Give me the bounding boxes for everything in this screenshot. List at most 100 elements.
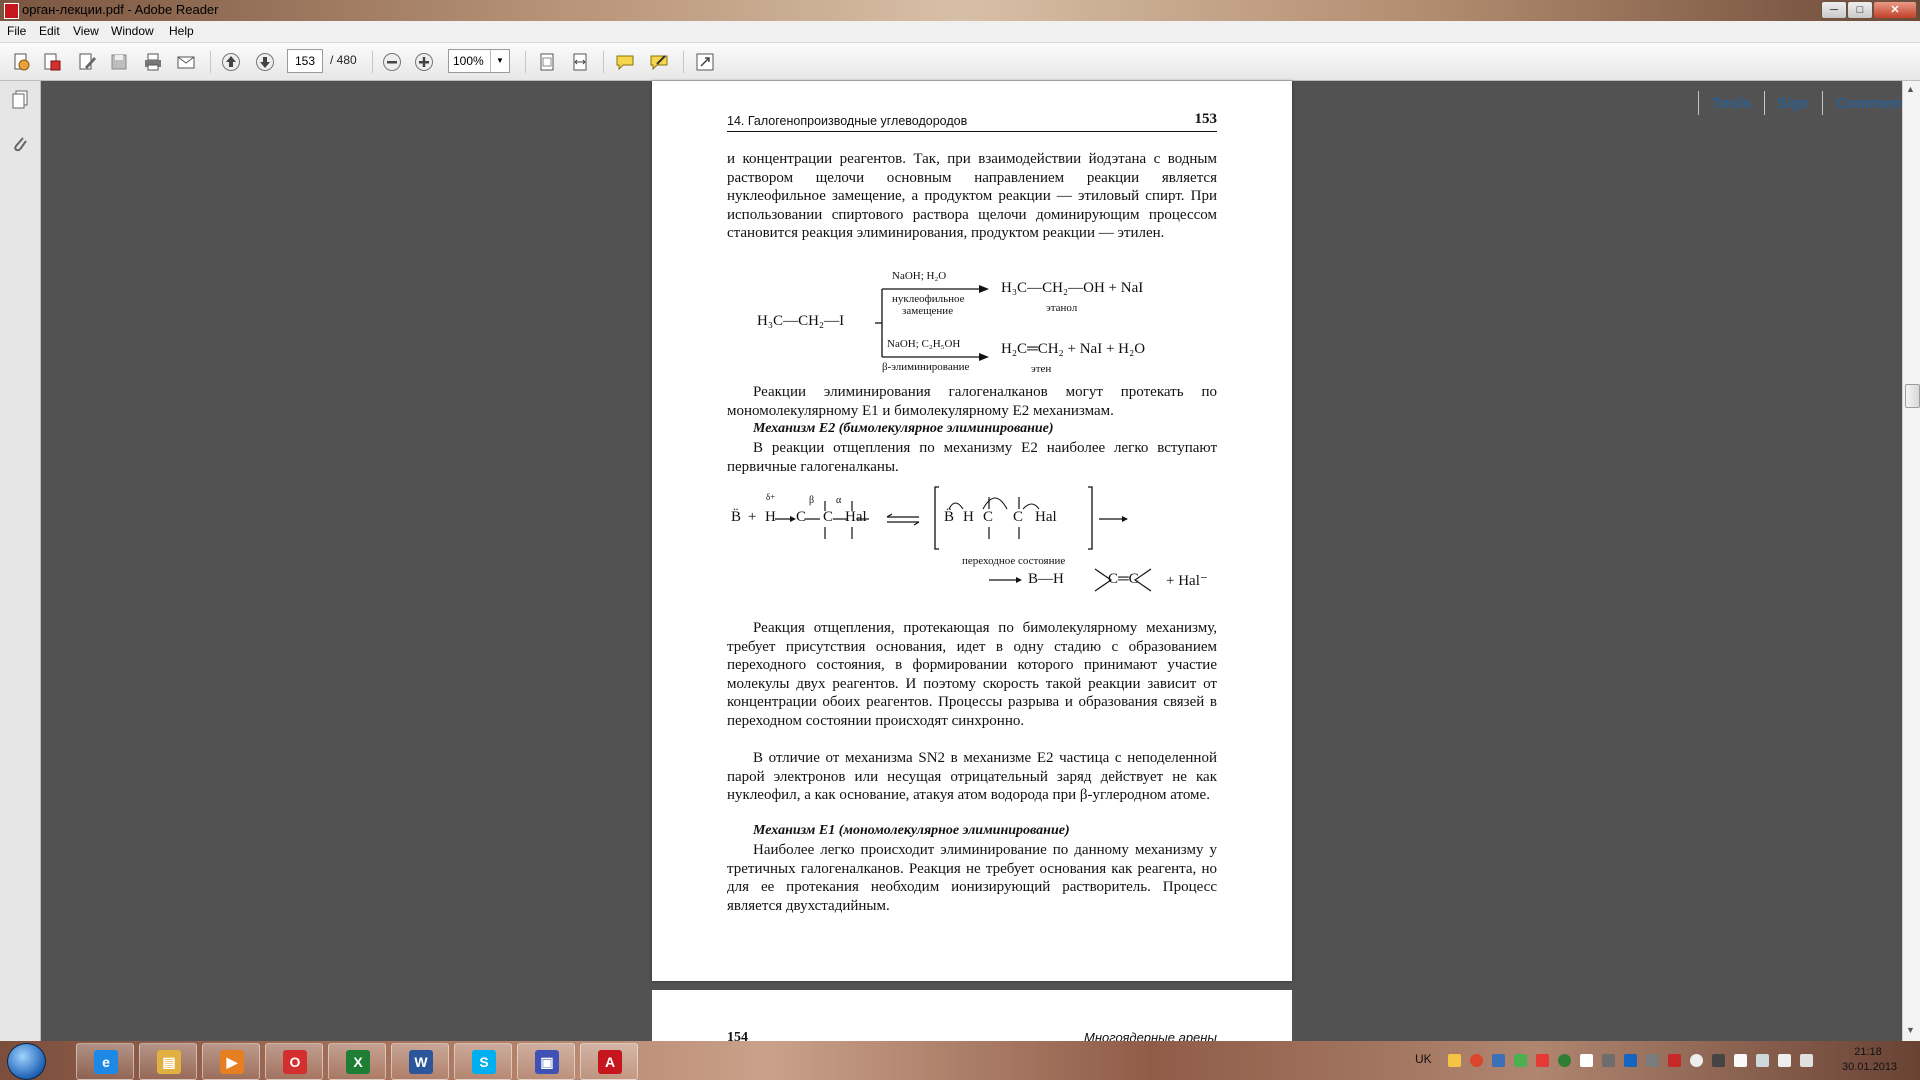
- scrollbar-thumb[interactable]: [1905, 384, 1920, 408]
- transition-state-caption: переходное состояние: [962, 555, 1066, 567]
- running-head: 14. Галогенопроизводные углеводородов 15…: [727, 111, 1217, 132]
- tray-icon[interactable]: [1624, 1054, 1637, 1067]
- product-bh: B—H: [1028, 571, 1064, 587]
- upper-condition: нуклеофильное: [892, 293, 965, 305]
- tray-icon[interactable]: [1448, 1054, 1461, 1067]
- tray-icon[interactable]: [1580, 1054, 1593, 1067]
- fit-width-icon[interactable]: [569, 51, 591, 73]
- combine-pdf-icon[interactable]: [41, 51, 63, 73]
- volume-icon[interactable]: [1778, 1054, 1791, 1067]
- create-pdf-icon[interactable]: [10, 51, 32, 73]
- reaction-scheme-substitution-elimination: H₃C—CH₂—I NaOH; H₂O нуклеофильное замеще…: [727, 270, 1217, 375]
- taskbar-app-word[interactable]: W: [391, 1043, 449, 1080]
- tray-icon[interactable]: [1558, 1054, 1571, 1067]
- explorer-icon: ▤: [157, 1050, 181, 1074]
- navigation-pane: [0, 81, 41, 1041]
- paragraph: Реакции элиминирования галогеналканов мо…: [727, 384, 1217, 419]
- tray-icon[interactable]: [1536, 1054, 1549, 1067]
- tray-icon[interactable]: [1712, 1054, 1725, 1067]
- paragraph: Наиболее легко происходит элиминирование…: [727, 842, 1217, 914]
- running-head-title: 14. Галогенопроизводные углеводородов: [727, 114, 968, 128]
- taskbar-app-ie[interactable]: e: [76, 1043, 134, 1080]
- start-button[interactable]: [7, 1043, 46, 1080]
- vertical-scrollbar[interactable]: ▲ ▼: [1902, 81, 1920, 1041]
- page-total: / 480: [330, 53, 357, 67]
- tray-icon[interactable]: [1602, 1054, 1615, 1067]
- product-halide: + Hal⁻: [1166, 573, 1208, 589]
- plus: +: [748, 509, 757, 525]
- full-screen-icon[interactable]: [694, 51, 716, 73]
- scroll-up-icon[interactable]: ▲: [1906, 84, 1915, 94]
- previous-page-icon[interactable]: [220, 51, 242, 73]
- page-number: 153: [1194, 111, 1218, 127]
- taskbar-app-skype[interactable]: S: [454, 1043, 512, 1080]
- ts-carbon: C: [983, 509, 994, 525]
- lower-product-name: этен: [1031, 363, 1052, 375]
- page-thumbnails-icon[interactable]: [9, 89, 31, 111]
- lower-condition: β-элиминирование: [882, 361, 970, 373]
- highlight-icon[interactable]: [648, 51, 670, 73]
- zoom-select[interactable]: 100% ▼: [448, 49, 510, 73]
- paragraph: и концентрации реагентов. Так, при взаим…: [727, 151, 1217, 242]
- carbon-alpha: C: [823, 509, 834, 525]
- tools-link[interactable]: Tools: [1712, 95, 1751, 112]
- alpha-label: α: [836, 495, 842, 506]
- product-alkene: C═C: [1108, 571, 1139, 587]
- scroll-down-icon[interactable]: ▼: [1906, 1025, 1915, 1035]
- opera-icon: O: [283, 1050, 307, 1074]
- language-indicator[interactable]: UK: [1415, 1052, 1432, 1066]
- chevron-down-icon[interactable]: ▼: [490, 50, 509, 72]
- lower-reagent: NaOH; C₂H₅OH: [887, 338, 961, 350]
- zoom-out-icon[interactable]: [381, 51, 403, 73]
- edit-pdf-icon[interactable]: [76, 51, 98, 73]
- taskbar-app-opera[interactable]: O: [265, 1043, 323, 1080]
- taskbar-app-explorer[interactable]: ▤: [139, 1043, 197, 1080]
- page-number-input[interactable]: 153: [287, 49, 323, 73]
- beta-label: β: [809, 495, 815, 506]
- network-icon[interactable]: [1756, 1054, 1769, 1067]
- save-icon[interactable]: [108, 51, 130, 73]
- attachment-icon[interactable]: [9, 133, 31, 155]
- menu-file[interactable]: File: [7, 24, 26, 38]
- clock-date: 30.01.2013: [1842, 1061, 1898, 1073]
- chrome-icon[interactable]: [1470, 1054, 1483, 1067]
- minimize-button[interactable]: ─: [1821, 1, 1847, 19]
- tray-icon[interactable]: [1690, 1054, 1703, 1067]
- paragraph: В реакции отщепления по механизму E2 наи…: [727, 440, 1217, 475]
- maximize-button[interactable]: □: [1847, 1, 1873, 19]
- zoom-in-icon[interactable]: [413, 51, 435, 73]
- carbon-beta: C: [796, 509, 807, 525]
- comment-bubble-icon[interactable]: [614, 51, 636, 73]
- email-icon[interactable]: [175, 51, 197, 73]
- taskbar-app-acrobat[interactable]: A: [580, 1043, 638, 1080]
- menu-window[interactable]: Window: [111, 24, 154, 38]
- comment-link[interactable]: Comment: [1836, 95, 1905, 112]
- ts-halogen: Hal: [1035, 509, 1057, 525]
- tray-icon[interactable]: [1668, 1054, 1681, 1067]
- sign-link[interactable]: Sign: [1777, 95, 1810, 112]
- tray-icon[interactable]: [1514, 1054, 1527, 1067]
- clock-time: 21:18: [1854, 1046, 1882, 1058]
- fit-page-icon[interactable]: [536, 51, 558, 73]
- taskbar-app-media[interactable]: ▶: [202, 1043, 260, 1080]
- acrobat-icon: A: [598, 1050, 622, 1074]
- ts-base: B̈: [944, 509, 955, 525]
- close-button[interactable]: ✕: [1873, 1, 1917, 19]
- flag-icon[interactable]: [1734, 1054, 1747, 1067]
- menu-view[interactable]: View: [73, 24, 99, 38]
- lower-product: H₂C═CH₂ + NaI + H₂O: [1001, 341, 1146, 357]
- taskbar-app-excel[interactable]: X: [328, 1043, 386, 1080]
- clock[interactable]: 21:18 30.01.2013: [1842, 1045, 1898, 1075]
- save-icon: ▣: [535, 1050, 559, 1074]
- delta-plus: δ+: [766, 492, 776, 502]
- next-page-icon[interactable]: [254, 51, 276, 73]
- menu-edit[interactable]: Edit: [39, 24, 60, 38]
- tray-icon[interactable]: [1800, 1054, 1813, 1067]
- zoom-value: 100%: [453, 54, 484, 68]
- menu-help[interactable]: Help: [169, 24, 194, 38]
- tray-icon[interactable]: [1646, 1054, 1659, 1067]
- title-bar: орган-лекции.pdf - Adobe Reader ─ □ ✕: [0, 0, 1920, 21]
- tray-icon[interactable]: [1492, 1054, 1505, 1067]
- print-icon[interactable]: [142, 51, 164, 73]
- taskbar-app-save[interactable]: ▣: [517, 1043, 575, 1080]
